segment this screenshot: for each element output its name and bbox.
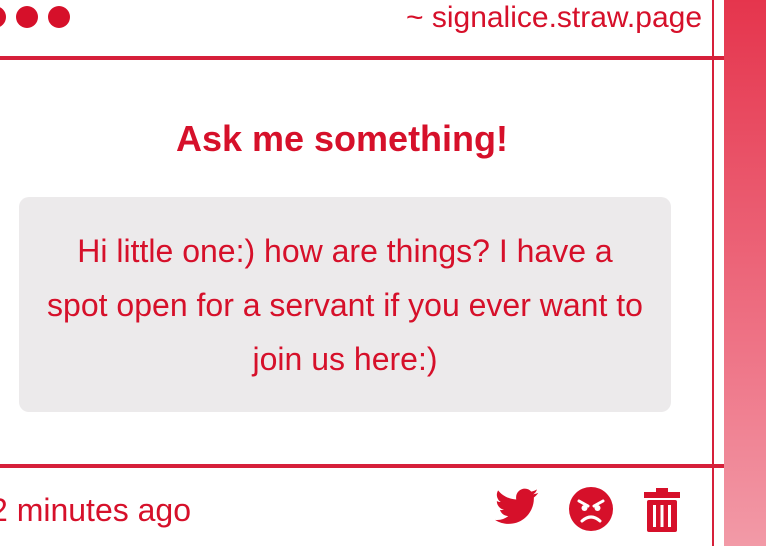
timestamp: 2 minutes ago — [0, 492, 192, 528]
side-scroll-strip — [724, 0, 766, 546]
message-bubble: Hi little one:) how are things? I have a… — [19, 197, 671, 412]
message-text: Hi little one:) how are things? I have a… — [47, 232, 643, 377]
page-title: Ask me something! — [175, 118, 509, 159]
window-dot-maximize[interactable] — [48, 6, 70, 28]
card-right-border — [712, 0, 714, 546]
top-divider — [0, 56, 724, 60]
twitter-icon[interactable] — [495, 488, 539, 531]
window-title-bar: ~ signalice.straw.page — [0, 0, 724, 58]
window-dot-minimize[interactable] — [16, 6, 38, 28]
trash-icon[interactable] — [644, 488, 680, 537]
angry-face-icon[interactable] — [569, 487, 613, 536]
question-card: ~ signalice.straw.page Ask me something!… — [0, 0, 724, 546]
site-url-label: ~ signalice.straw.page — [405, 1, 702, 34]
bottom-divider — [0, 464, 724, 468]
window-dot-close[interactable] — [0, 6, 6, 28]
